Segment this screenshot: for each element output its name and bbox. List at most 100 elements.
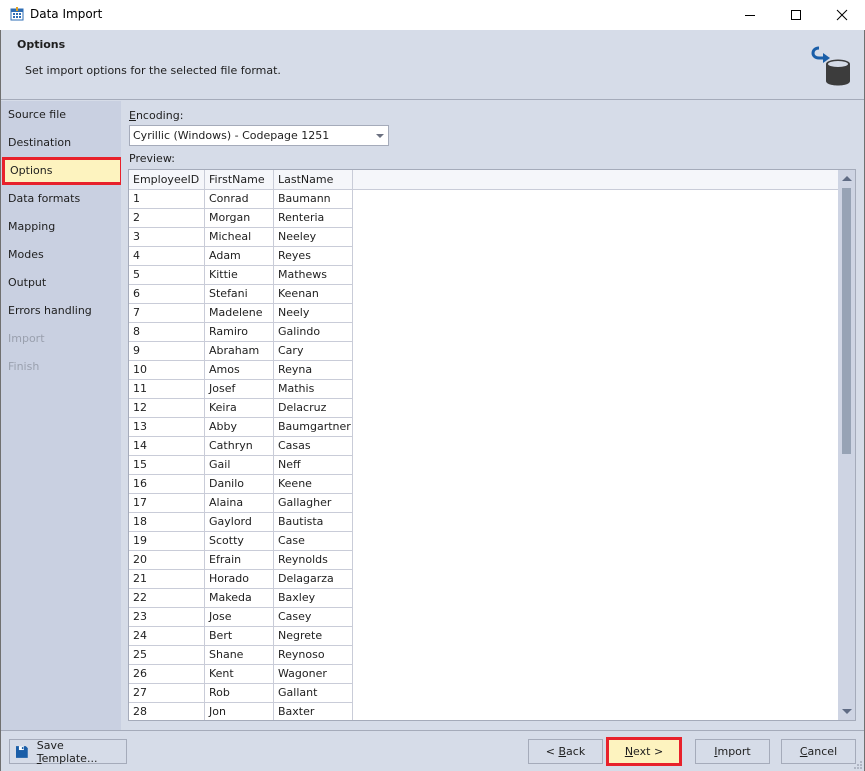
scrollbar-thumb[interactable]: [842, 188, 851, 454]
close-button[interactable]: [819, 0, 865, 30]
sidebar-item-mapping[interactable]: Mapping: [1, 213, 121, 241]
firstname-cell[interactable]: Madelene: [205, 304, 274, 322]
lastname-cell[interactable]: Galindo: [274, 323, 353, 341]
firstname-cell[interactable]: Stefani: [205, 285, 274, 303]
firstname-cell[interactable]: Makeda: [205, 589, 274, 607]
table-row[interactable]: 24 Bert Negrete: [129, 627, 353, 646]
sidebar-item-errors-handling[interactable]: Errors handling: [1, 297, 121, 325]
employeeid-cell[interactable]: 28: [129, 703, 205, 720]
employeeid-cell[interactable]: 23: [129, 608, 205, 626]
lastname-cell[interactable]: Neff: [274, 456, 353, 474]
employeeid-cell[interactable]: 17: [129, 494, 205, 512]
employeeid-cell[interactable]: 4: [129, 247, 205, 265]
employeeid-cell[interactable]: 13: [129, 418, 205, 436]
employeeid-cell[interactable]: 22: [129, 589, 205, 607]
scroll-up-arrow-icon[interactable]: [842, 176, 852, 181]
employeeid-cell[interactable]: 21: [129, 570, 205, 588]
lastname-cell[interactable]: Delacruz: [274, 399, 353, 417]
employeeid-cell[interactable]: 9: [129, 342, 205, 360]
title-bar[interactable]: Data Import: [0, 0, 865, 30]
firstname-cell[interactable]: Scotty: [205, 532, 274, 550]
sidebar-item-options[interactable]: Options: [2, 157, 123, 185]
lastname-cell[interactable]: Gallant: [274, 684, 353, 702]
table-row[interactable]: 11 Josef Mathis: [129, 380, 353, 399]
table-row[interactable]: 4 Adam Reyes: [129, 247, 353, 266]
firstname-cell[interactable]: Josef: [205, 380, 274, 398]
lastname-cell[interactable]: Renteria: [274, 209, 353, 227]
employeeid-cell[interactable]: 11: [129, 380, 205, 398]
employeeid-cell[interactable]: 7: [129, 304, 205, 322]
lastname-cell[interactable]: Baumann: [274, 190, 353, 208]
lastname-cell[interactable]: Reyes: [274, 247, 353, 265]
maximize-button[interactable]: [773, 0, 819, 30]
table-row[interactable]: 7 Madelene Neely: [129, 304, 353, 323]
column-header-lastname[interactable]: LastName: [274, 170, 353, 190]
table-row[interactable]: 23 Jose Casey: [129, 608, 353, 627]
import-button[interactable]: Import: [695, 739, 770, 764]
table-row[interactable]: 9 Abraham Cary: [129, 342, 353, 361]
minimize-button[interactable]: [727, 0, 773, 30]
firstname-cell[interactable]: Abraham: [205, 342, 274, 360]
table-row[interactable]: 20 Efrain Reynolds: [129, 551, 353, 570]
lastname-cell[interactable]: Reynoso: [274, 646, 353, 664]
table-row[interactable]: 15 Gail Neff: [129, 456, 353, 475]
cancel-button[interactable]: Cancel: [781, 739, 856, 764]
table-row[interactable]: 13 Abby Baumgartner: [129, 418, 353, 437]
firstname-cell[interactable]: Conrad: [205, 190, 274, 208]
firstname-cell[interactable]: Keira: [205, 399, 274, 417]
lastname-cell[interactable]: Baxley: [274, 589, 353, 607]
employeeid-cell[interactable]: 15: [129, 456, 205, 474]
table-row[interactable]: 1 Conrad Baumann: [129, 190, 353, 209]
lastname-cell[interactable]: Keene: [274, 475, 353, 493]
save-template-button[interactable]: Save Template...: [9, 739, 127, 765]
lastname-cell[interactable]: Reynolds: [274, 551, 353, 569]
firstname-cell[interactable]: Kittie: [205, 266, 274, 284]
firstname-cell[interactable]: Gaylord: [205, 513, 274, 531]
table-row[interactable]: 8 Ramiro Galindo: [129, 323, 353, 342]
table-row[interactable]: 27 Rob Gallant: [129, 684, 353, 703]
employeeid-cell[interactable]: 2: [129, 209, 205, 227]
table-row[interactable]: 25 Shane Reynoso: [129, 646, 353, 665]
sidebar-item-source-file[interactable]: Source file: [1, 101, 121, 129]
firstname-cell[interactable]: Amos: [205, 361, 274, 379]
employeeid-cell[interactable]: 3: [129, 228, 205, 246]
table-row[interactable]: 2 Morgan Renteria: [129, 209, 353, 228]
table-row[interactable]: 22 Makeda Baxley: [129, 589, 353, 608]
table-row[interactable]: 17 Alaina Gallagher: [129, 494, 353, 513]
firstname-cell[interactable]: Ramiro: [205, 323, 274, 341]
lastname-cell[interactable]: Baxter: [274, 703, 353, 720]
firstname-cell[interactable]: Horado: [205, 570, 274, 588]
back-button[interactable]: < Back: [528, 739, 603, 764]
sidebar-item-modes[interactable]: Modes: [1, 241, 121, 269]
table-row[interactable]: 26 Kent Wagoner: [129, 665, 353, 684]
firstname-cell[interactable]: Kent: [205, 665, 274, 683]
sidebar-item-data-formats[interactable]: Data formats: [1, 185, 121, 213]
employeeid-cell[interactable]: 20: [129, 551, 205, 569]
firstname-cell[interactable]: Danilo: [205, 475, 274, 493]
table-row[interactable]: 14 Cathryn Casas: [129, 437, 353, 456]
firstname-cell[interactable]: Gail: [205, 456, 274, 474]
employeeid-cell[interactable]: 12: [129, 399, 205, 417]
table-row[interactable]: 6 Stefani Keenan: [129, 285, 353, 304]
employeeid-cell[interactable]: 19: [129, 532, 205, 550]
employeeid-cell[interactable]: 1: [129, 190, 205, 208]
lastname-cell[interactable]: Gallagher: [274, 494, 353, 512]
lastname-cell[interactable]: Keenan: [274, 285, 353, 303]
employeeid-cell[interactable]: 25: [129, 646, 205, 664]
table-row[interactable]: 16 Danilo Keene: [129, 475, 353, 494]
employeeid-cell[interactable]: 6: [129, 285, 205, 303]
lastname-cell[interactable]: Reyna: [274, 361, 353, 379]
employeeid-cell[interactable]: 8: [129, 323, 205, 341]
employeeid-cell[interactable]: 10: [129, 361, 205, 379]
sidebar-item-output[interactable]: Output: [1, 269, 121, 297]
sidebar-item-destination[interactable]: Destination: [1, 129, 121, 157]
column-header-employeeid[interactable]: EmployeeID: [129, 170, 205, 190]
table-row[interactable]: 28 Jon Baxter: [129, 703, 353, 720]
table-row[interactable]: 3 Micheal Neeley: [129, 228, 353, 247]
firstname-cell[interactable]: Alaina: [205, 494, 274, 512]
lastname-cell[interactable]: Baumgartner: [274, 418, 353, 436]
firstname-cell[interactable]: Jose: [205, 608, 274, 626]
chevron-down-icon[interactable]: [376, 134, 384, 138]
firstname-cell[interactable]: Cathryn: [205, 437, 274, 455]
table-row[interactable]: 5 Kittie Mathews: [129, 266, 353, 285]
